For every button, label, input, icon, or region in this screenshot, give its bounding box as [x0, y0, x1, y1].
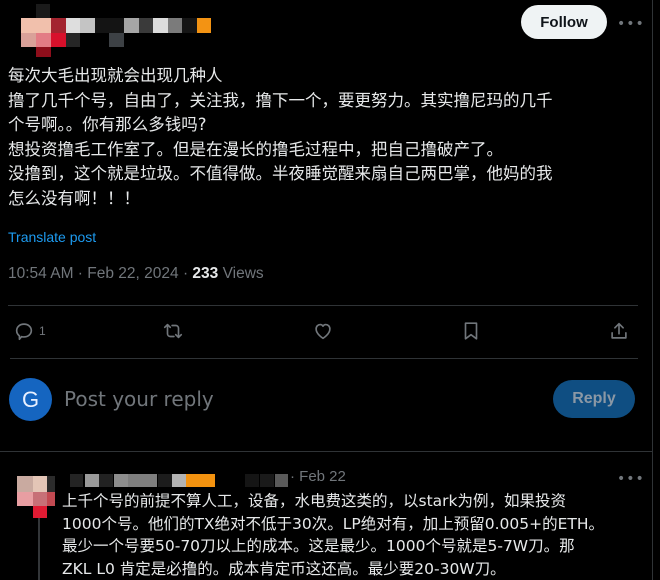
bookmark-button[interactable] [460, 318, 482, 344]
column-border [652, 0, 653, 580]
reply-count: 1 [39, 324, 46, 338]
post-text: 每次大毛出现就会出现几种人 撸了几千个号，自由了，关注我，撸下一个，要更努力。其… [8, 64, 628, 211]
thread-line [38, 518, 40, 580]
views-label: Views [218, 265, 264, 282]
reply-button[interactable]: 1 [13, 318, 46, 344]
like-icon [315, 323, 331, 340]
comment-more-icon[interactable]: ••• [617, 472, 645, 486]
post-time[interactable]: 10:54 AM [8, 265, 74, 282]
post-date[interactable]: Feb 22, 2024 [87, 265, 178, 282]
current-user-avatar[interactable]: G [9, 378, 52, 421]
translate-post-link[interactable]: Translate post [8, 229, 96, 245]
post-line: 撸了几千个号，自由了，关注我，撸下一个，要更努力。其实撸尼玛的几千 [8, 90, 553, 110]
post-line: 想投资撸毛工作室了。但是在漫长的撸毛过程中，把自己撸破产了。 [8, 139, 503, 159]
post-line: 没撸到，这个就是垃圾。不值得做。半夜睡觉醒来扇自己两巴掌，他妈的我 [8, 164, 553, 183]
comment-line: ZKL L0 肯定是必撸的。成本肯定币这还高。最少要20-30W刀。 [62, 559, 506, 578]
meta-separator: · [178, 265, 193, 282]
comment-line: 上千个号的前提不算人工，设备，水电费这类的，以stark为例，如果投资 [62, 492, 567, 510]
comment-text: 上千个号的前提不算人工，设备，水电费这类的，以stark为例，如果投资 1000… [62, 490, 647, 580]
post-meta: 10:54 AM · Feb 22, 2024 · 233 Views [8, 265, 264, 283]
meta-separator: · [73, 265, 88, 282]
reply-icon [15, 323, 33, 341]
reply-input[interactable] [64, 383, 504, 415]
bookmark-icon [464, 322, 478, 340]
divider [8, 305, 638, 306]
follow-button[interactable]: Follow [521, 5, 607, 39]
divider [10, 358, 638, 359]
repost-button[interactable] [162, 318, 184, 344]
like-button[interactable] [312, 318, 334, 344]
comment-date[interactable]: · Feb 22 [290, 468, 346, 485]
divider [0, 451, 652, 452]
share-icon [611, 322, 627, 339]
post-line: 怎么没有啊！！！ [8, 188, 140, 208]
repost-icon [163, 323, 183, 339]
reply-submit-button[interactable]: Reply [553, 380, 635, 418]
share-button[interactable] [608, 318, 630, 344]
post-line: 每次大毛出现就会出现几种人 [8, 66, 223, 85]
comment-line: 最少一个号要50-70刀以上的成本。这是最少。1000个号就是5-7W刀。那 [62, 537, 575, 555]
more-options-icon[interactable]: ••• [617, 17, 645, 31]
comment-line: 1000个号。他们的TX绝对不低于30次。LP绝对有，加上预留0.005+的ET… [62, 514, 605, 533]
post-line: 个号啊。。你有那么多钱吗? [8, 115, 207, 134]
views-count: 233 [192, 265, 219, 282]
